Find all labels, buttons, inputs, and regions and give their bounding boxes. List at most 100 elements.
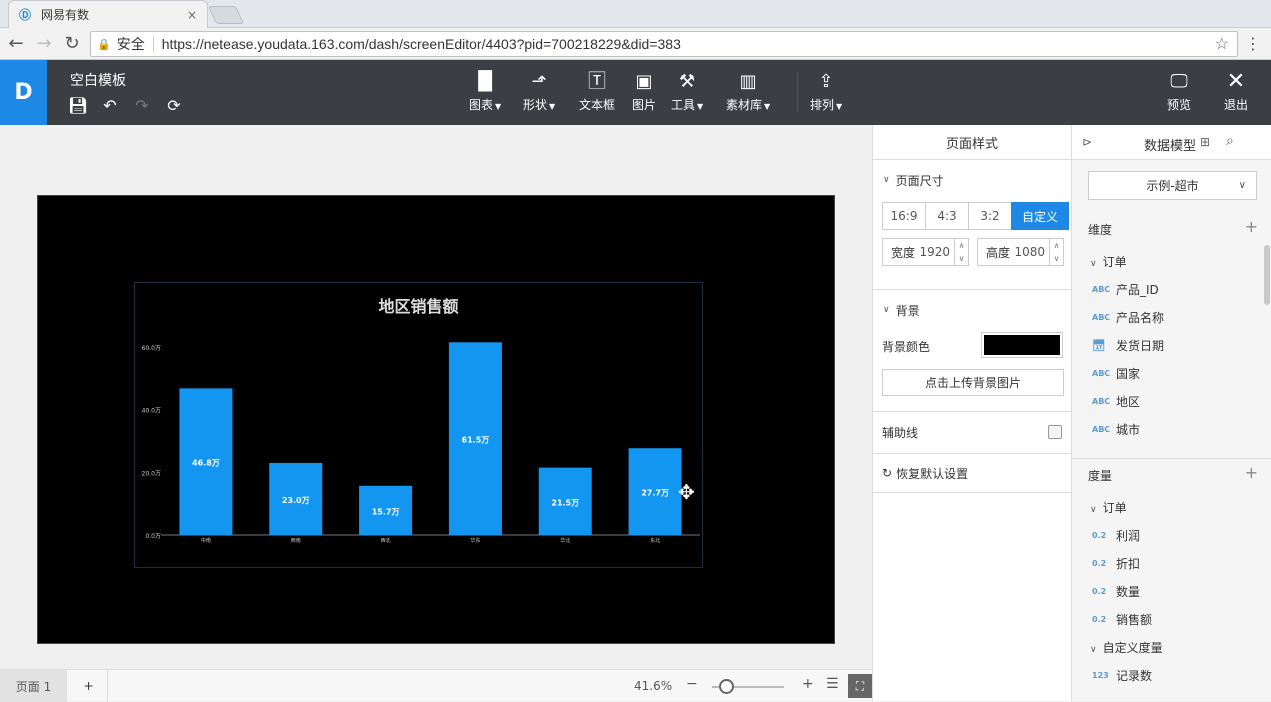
background-section-title[interactable]: ∨ 背景 <box>873 290 1072 330</box>
ratio-3-2-button[interactable]: 3:2 <box>968 202 1012 230</box>
tool-textbox-label: 文本框 <box>579 98 616 112</box>
x-tick-label: 中南 <box>201 537 211 544</box>
bg-color-label: 背景颜色 <box>882 340 931 354</box>
browser-menu-icon[interactable]: ⋮ <box>1245 34 1261 53</box>
add-page-button[interactable]: + <box>70 670 108 702</box>
chevron-up-icon[interactable]: ∧ <box>1054 241 1060 250</box>
width-stepper[interactable]: ∧ ∨ <box>954 239 968 265</box>
forward-icon[interactable]: → <box>32 32 56 56</box>
dimension-field[interactable]: ABC 国家 <box>1092 365 1140 382</box>
dimension-field[interactable]: ABC 地区 <box>1092 393 1140 410</box>
measure-folder[interactable]: ∨ 订单 <box>1090 499 1127 516</box>
page-tab[interactable]: 页面 1 <box>0 670 67 702</box>
chevron-down-icon[interactable]: ∨ <box>1054 254 1060 263</box>
exit-button[interactable]: ✕ 退出 <box>1224 70 1248 113</box>
refresh-icon[interactable]: ⟳ <box>164 96 184 115</box>
ratio-custom-button[interactable]: 自定义 <box>1011 202 1069 230</box>
tool-tools[interactable]: ⚒ 工具 ▼ <box>671 70 703 113</box>
height-stepper[interactable]: ∧ ∨ <box>1049 239 1063 265</box>
bg-color-picker[interactable] <box>981 332 1063 358</box>
bottom-bar: 页面 1 + 41.6% − + ☰ ⛶ <box>0 669 872 702</box>
zoom-out-icon[interactable]: − <box>686 676 698 692</box>
guideline-checkbox[interactable] <box>1048 425 1062 439</box>
ratio-4-3-button[interactable]: 4:3 <box>925 202 969 230</box>
data-panel-scrollbar[interactable] <box>1264 245 1270 305</box>
tool-arrange-label: 排列 <box>810 98 835 112</box>
redo-icon[interactable]: ↷ <box>132 96 152 115</box>
tool-library[interactable]: ▥ 素材库 ▼ <box>726 70 770 113</box>
bar-value-label: 46.8万 <box>192 459 220 468</box>
dimension-folder[interactable]: ∨ 订单 <box>1090 253 1127 270</box>
tool-tools-label: 工具 <box>671 98 696 112</box>
back-icon[interactable]: ← <box>4 32 28 56</box>
measure-field[interactable]: 0.2 数量 <box>1092 583 1140 600</box>
save-icon[interactable]: 💾︎ <box>68 96 88 115</box>
measure-field[interactable]: 0.2 折扣 <box>1092 555 1140 572</box>
y-tick-label: 60.0万 <box>142 345 161 352</box>
measure-field[interactable]: 0.2 利润 <box>1092 527 1140 544</box>
toolbar-divider <box>797 72 798 112</box>
caret-down-icon: ▼ <box>495 102 502 111</box>
tool-chart[interactable]: ▐▌ 图表 ▼ <box>469 70 501 113</box>
tool-arrange[interactable]: ⇪ 排列 ▼ <box>810 70 842 113</box>
search-icon[interactable]: ⌕ <box>1226 133 1234 149</box>
url-input[interactable]: 🔒 安全 https://netease.youdata.163.com/das… <box>90 31 1238 57</box>
dimensions-header: 维度 + <box>1088 219 1258 238</box>
tool-textbox[interactable]: 🅃 文本框 <box>579 70 615 113</box>
x-tick-label: 西北 <box>381 537 391 544</box>
bookmark-star-icon[interactable]: ☆ <box>1215 34 1229 54</box>
y-tick-label: 20.0万 <box>142 470 161 477</box>
zoom-in-icon[interactable]: + <box>802 676 814 692</box>
add-measure-icon[interactable]: + <box>1245 465 1258 484</box>
bg-color-swatch <box>984 335 1060 355</box>
custom-measure-field[interactable]: 123 记录数 <box>1092 667 1152 684</box>
new-tab-button[interactable] <box>207 6 245 24</box>
page-size-section[interactable]: ∨ 页面尺寸 <box>873 160 1071 200</box>
url-separator <box>152 36 154 52</box>
field-name: 城市 <box>1116 423 1141 437</box>
chevron-down-icon[interactable]: ∨ <box>959 254 965 263</box>
tool-image[interactable]: ▣ 图片 <box>632 70 656 113</box>
height-field[interactable]: 高度 1080 ∧ ∨ <box>977 238 1064 266</box>
background-section: ∨ 背景 背景颜色 点击上传背景图片 <box>873 289 1072 411</box>
caret-down-icon: ▼ <box>836 102 843 111</box>
upload-bg-button[interactable]: 点击上传背景图片 <box>882 369 1064 396</box>
field-name: 销售额 <box>1116 613 1153 627</box>
measure-field[interactable]: 0.2 销售额 <box>1092 611 1152 628</box>
tool-shape[interactable]: ⬏ 形状 ▼ <box>523 70 555 113</box>
dimension-field[interactable]: ABC 产品名称 <box>1092 309 1164 326</box>
custom-measure-folder[interactable]: ∨ 自定义度量 <box>1090 639 1163 656</box>
undo-icon[interactable]: ↶ <box>100 96 120 115</box>
tool-chart-label: 图表 <box>469 98 494 112</box>
reset-default-button[interactable]: ↻ 恢复默认设置 <box>873 453 1072 493</box>
browser-tab[interactable]: Ⓓ 网易有数 × <box>8 0 208 28</box>
number-type-icon: 0.2 <box>1092 531 1107 540</box>
fit-width-icon[interactable]: ☰ <box>826 676 839 692</box>
app-logo[interactable]: D <box>0 60 47 125</box>
height-value: 1080 <box>1014 245 1045 259</box>
ratio-16-9-button[interactable]: 16:9 <box>882 202 926 230</box>
collapse-panel-icon[interactable]: ⊳ <box>1082 135 1092 149</box>
address-bar: ← → ↻ 🔒 安全 https://netease.youdata.163.c… <box>0 28 1271 60</box>
x-tick-label: 华北 <box>560 537 570 544</box>
preview-icon: 🖵 <box>1170 71 1188 92</box>
doc-title[interactable]: 空白模板 <box>70 70 126 90</box>
dimension-field[interactable]: 📅︎ 发货日期 <box>1092 337 1164 354</box>
dashboard-screen[interactable]: 地区销售额 0.0万 20.0万 40.0万 60.0万 46.8万 中南 23.0万 西南 1… <box>37 195 835 644</box>
bar-chart-widget[interactable]: 地区销售额 0.0万 20.0万 40.0万 60.0万 46.8万 中南 23.0万 西南 1… <box>134 282 703 568</box>
caret-down-icon: ▼ <box>697 102 704 111</box>
dimension-field[interactable]: ABC 产品_ID <box>1092 281 1159 298</box>
model-select[interactable]: 示例-超市 ∨ <box>1088 171 1257 200</box>
reload-icon[interactable]: ↻ <box>60 32 84 56</box>
dimension-field[interactable]: ABC 城市 <box>1092 421 1140 438</box>
preview-button[interactable]: 🖵 预览 <box>1167 70 1191 113</box>
zoom-slider-handle[interactable] <box>719 679 735 694</box>
number-type-icon: 0.2 <box>1092 559 1107 568</box>
chevron-up-icon[interactable]: ∧ <box>959 241 965 250</box>
tab-close-icon[interactable]: × <box>187 8 197 22</box>
add-dimension-icon[interactable]: + <box>1245 219 1258 238</box>
fit-screen-icon[interactable]: ⛶ <box>848 674 872 698</box>
table-icon[interactable]: ⊞ <box>1200 135 1210 149</box>
width-field[interactable]: 宽度 1920 ∧ ∨ <box>882 238 969 266</box>
page-style-panel: 页面样式 ∨ 页面尺寸 16:9 4:3 3:2 自定义 宽度 1920 ∧ ∨ … <box>872 125 1072 701</box>
